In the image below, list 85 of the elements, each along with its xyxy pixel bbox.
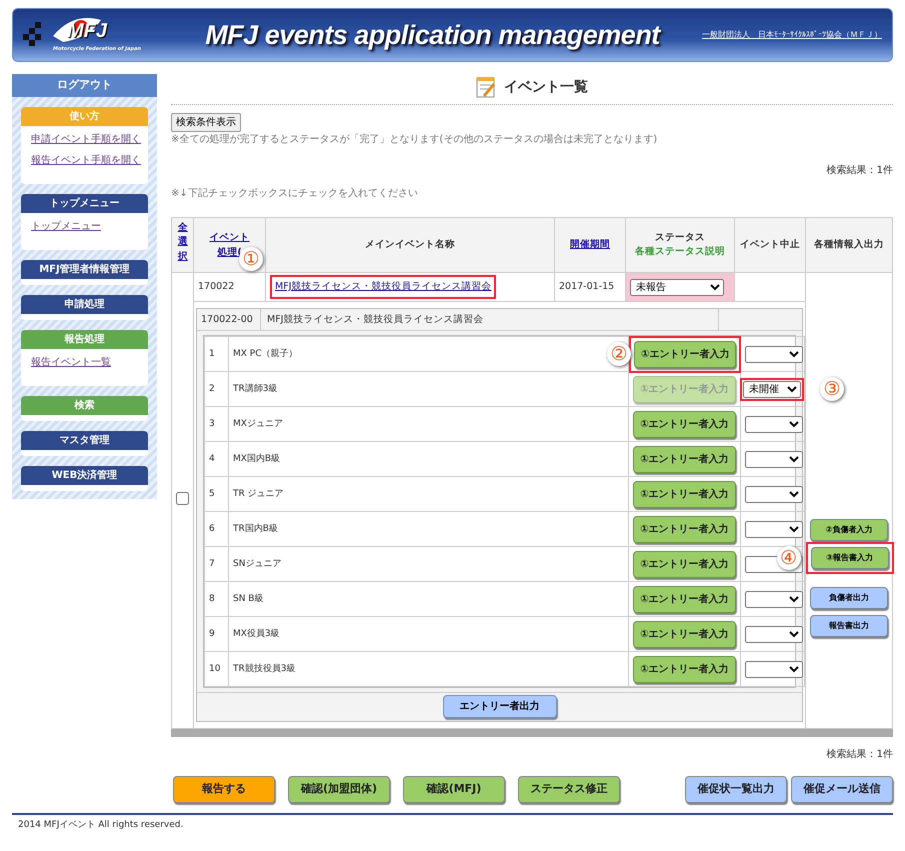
- class-number: 6: [209, 524, 215, 534]
- cancel-select[interactable]: [745, 416, 803, 433]
- sidebar-link[interactable]: 申請イベント手順を開く: [31, 132, 148, 146]
- entry-input-button[interactable]: ①エントリー者入力: [634, 340, 736, 368]
- logout-button[interactable]: ログアウト: [12, 74, 157, 96]
- entry-input-button[interactable]: ①エントリー者入力: [633, 446, 736, 473]
- cancel-select[interactable]: [745, 590, 803, 608]
- cancel-select[interactable]: [745, 450, 803, 468]
- info-button[interactable]: ③報告書入力: [810, 546, 888, 569]
- entry-input-button[interactable]: ①エントリー者入力: [633, 620, 736, 648]
- class-name: TR競技役員3級: [233, 664, 296, 674]
- action-button[interactable]: 報告する: [173, 776, 275, 803]
- class-number: 1: [209, 348, 215, 358]
- entry-input-button[interactable]: ①エントリー者入力: [633, 550, 736, 578]
- cancel-select[interactable]: [745, 660, 803, 678]
- sidebar-section-title: WEB決済管理: [21, 466, 148, 484]
- entry-input-button[interactable]: ①エントリー者入力: [633, 410, 736, 438]
- class-name: MXジュニア: [233, 418, 283, 428]
- class-number: 3: [209, 418, 215, 428]
- info-button[interactable]: 報告書出力: [810, 614, 888, 637]
- notepad-icon: [476, 76, 496, 98]
- sidebar-link[interactable]: 報告イベント手順を開く: [31, 152, 148, 168]
- class-name: SNジュニア: [233, 558, 282, 568]
- status-select[interactable]: 未報告: [630, 278, 724, 296]
- class-number: 7: [209, 558, 215, 568]
- status-note: ※全ての処理が完了するとステータスが「完了」となります(その他のステータスの場合は未完了となります): [171, 132, 658, 147]
- sidebar-section-title: 検索: [21, 396, 148, 414]
- cancel-select[interactable]: [745, 520, 803, 538]
- class-name: MX PC（親子）: [233, 348, 298, 358]
- class-number: 5: [209, 488, 215, 498]
- column-sort-link[interactable]: 開催期間: [570, 237, 610, 253]
- sidebar-link[interactable]: 報告イベント一覧: [31, 354, 148, 370]
- class-name: TR講師3級: [233, 384, 278, 394]
- sidebar-section-title: MFJ管理者情報管理: [21, 260, 148, 278]
- entry-output-button[interactable]: エントリー者出力: [442, 695, 556, 718]
- entry-input-button[interactable]: ①エントリー者入力: [633, 586, 736, 613]
- entry-input-button[interactable]: ①エントリー者入力: [633, 516, 736, 543]
- action-button[interactable]: ステータス修正: [518, 776, 620, 803]
- action-button[interactable]: 催促メール送信: [791, 776, 893, 803]
- class-name: MX国内B級: [233, 454, 280, 464]
- column-header: ステータス: [655, 232, 705, 243]
- sidebar-link[interactable]: トップメニュー: [31, 218, 148, 234]
- logo-text: MFJ: [67, 19, 107, 44]
- event-id: 170022: [198, 281, 234, 292]
- class-number: 2: [209, 384, 215, 394]
- callout-marker: ②: [607, 342, 631, 366]
- organization-link[interactable]: 一般財団法人 日本ﾓｰﾀｰｻｲｸﾙｽﾎﾟｰﾂ協会（ＭＦＪ）: [702, 29, 882, 41]
- action-button[interactable]: 確認(MFJ): [403, 776, 505, 803]
- callout-marker: ③: [820, 377, 844, 402]
- checkbox-note: ※↓下記チェックボックスにチェックを入れてください: [171, 188, 418, 199]
- sidebar-section-title: 申請処理: [21, 294, 148, 314]
- sidebar-section-title: 報告処理: [21, 330, 148, 348]
- page-title: イベント一覧: [504, 78, 588, 96]
- class-name: MX役員3級: [233, 628, 280, 638]
- class-name: TR国内B級: [233, 524, 278, 534]
- class-number: 4: [209, 454, 215, 464]
- event-date: 2017-01-15: [559, 281, 614, 292]
- entry-input-button[interactable]: ①エントリー者入力: [633, 656, 736, 683]
- column-header: イベント中止: [740, 238, 800, 250]
- sub-event-id: 170022-00: [201, 312, 253, 327]
- row-checkbox[interactable]: [176, 492, 189, 504]
- sub-event-name: MFJ競技ライセンス・競技役員ライセンス講習会: [267, 314, 484, 325]
- action-button[interactable]: 確認(加盟団体): [288, 776, 390, 803]
- column-header: 各種情報入出力: [814, 238, 884, 250]
- class-number: 9: [209, 628, 215, 638]
- entry-input-button[interactable]: ①エントリー者入力: [633, 480, 736, 508]
- sidebar-section-title: マスタ管理: [21, 430, 148, 450]
- sidebar-section-title: 使い方: [21, 106, 148, 126]
- cancel-select[interactable]: [745, 486, 803, 503]
- column-header: メインイベント名称: [365, 238, 455, 250]
- cancel-select[interactable]: [745, 346, 803, 363]
- action-button[interactable]: 催促状一覧出力: [685, 776, 787, 803]
- sidebar-section-title: トップメニュー: [21, 194, 148, 212]
- class-name: SN B級: [233, 594, 264, 604]
- info-button[interactable]: 負傷者出力: [810, 586, 888, 609]
- result-count: 検索結果：1件: [826, 165, 893, 176]
- app-title: MFJ events application management: [205, 20, 660, 50]
- class-number: 10: [209, 664, 220, 674]
- result-count: 検索結果：1件: [826, 749, 893, 760]
- info-button[interactable]: ②負傷者入力: [810, 518, 888, 541]
- class-name: TR ジュニア: [233, 488, 284, 498]
- search-conditions-button[interactable]: 検索条件表示: [171, 113, 241, 132]
- footer-copyright: 2014 MFJイベント All rights reserved.: [18, 820, 184, 830]
- class-number: 8: [209, 594, 215, 604]
- cancel-select[interactable]: [745, 626, 803, 643]
